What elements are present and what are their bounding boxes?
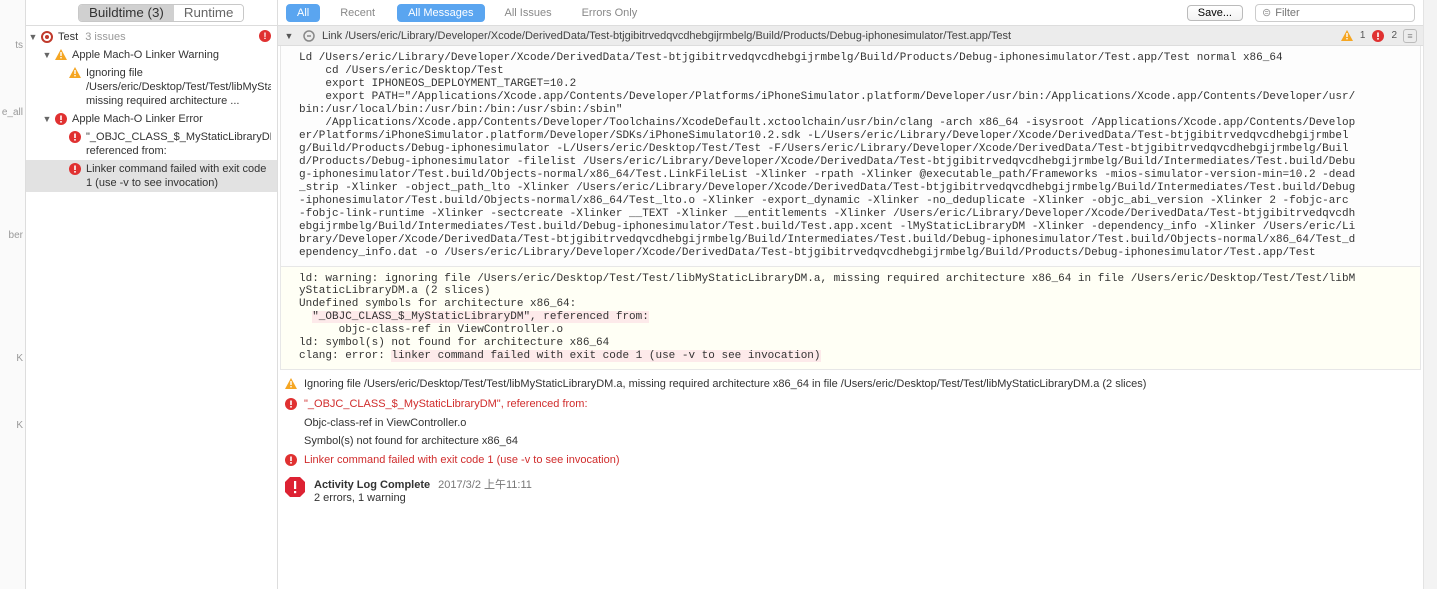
summary-row[interactable]: Symbol(s) not found for architecture x86…	[284, 432, 1417, 450]
error-icon	[284, 397, 298, 411]
scrollbar[interactable]	[1423, 0, 1437, 589]
summary-text: Ignoring file /Users/eric/Desktop/Test/T…	[304, 378, 1417, 390]
save-button[interactable]: Save...	[1187, 5, 1243, 21]
filter-errors-only[interactable]: Errors Only	[572, 4, 648, 22]
issue-tree[interactable]: Test 3 issues ! Apple Mach-O Linker Warn…	[26, 26, 277, 589]
chevron-down-icon[interactable]	[28, 30, 38, 44]
error-icon	[1371, 29, 1385, 43]
main-toolbar: All Recent All Messages All Issues Error…	[278, 0, 1423, 26]
filter-all[interactable]: All	[286, 4, 320, 22]
error-icon	[68, 130, 82, 144]
chevron-down-icon[interactable]	[42, 112, 52, 126]
summary-text: Symbol(s) not found for architecture x86…	[304, 435, 1417, 447]
filter-all-messages[interactable]: All Messages	[397, 4, 484, 22]
header-issue-counts: 1 2 ≡	[1340, 29, 1417, 43]
scope-filter-group: All Recent	[286, 4, 385, 22]
summary-text: Objc-class-ref in ViewController.o	[304, 417, 1417, 429]
summary-text: "_OBJC_CLASS_$_MyStaticLibraryDM", refer…	[304, 398, 1417, 410]
activity-log-complete-row: Activity Log Complete 2017/3/2 上午11:11 2 …	[284, 470, 1417, 510]
sidebar-toolbar: Buildtime (3) Runtime	[26, 0, 277, 26]
warn-count: 1	[1360, 30, 1366, 41]
tab-runtime[interactable]: Runtime	[174, 5, 244, 21]
tree-group-row[interactable]: Apple Mach-O Linker Warning	[26, 46, 277, 64]
filter-input[interactable]	[1275, 7, 1395, 19]
compiler-invocation-block: Ld /Users/eric/Library/Developer/Xcode/D…	[280, 46, 1421, 267]
warning-icon	[284, 377, 298, 391]
stop-icon	[284, 476, 306, 498]
error-icon	[68, 162, 82, 176]
log-header-title: Link /Users/eric/Library/Developer/Xcode…	[322, 30, 1334, 42]
summary-row[interactable]: Ignoring file /Users/eric/Desktop/Test/T…	[284, 374, 1417, 394]
linker-output-block: ld: warning: ignoring file /Users/eric/D…	[280, 267, 1421, 371]
complete-timestamp: 2017/3/2 上午11:11	[438, 479, 532, 491]
chevron-down-icon[interactable]	[284, 31, 294, 41]
main-pane: All Recent All Messages All Issues Error…	[278, 0, 1423, 589]
link-icon	[302, 29, 316, 43]
error-icon	[54, 112, 68, 126]
tree-group-label: Apple Mach-O Linker Warning	[72, 48, 271, 62]
filter-field[interactable]: ⊜	[1255, 4, 1415, 22]
issue-summary-list: Ignoring file /Users/eric/Desktop/Test/T…	[278, 370, 1423, 516]
activity-log-complete-text: Activity Log Complete 2017/3/2 上午11:11 2 …	[314, 476, 532, 504]
tree-group-label: Apple Mach-O Linker Error	[72, 112, 271, 126]
warning-icon	[54, 48, 68, 62]
log-content[interactable]: Ld /Users/eric/Library/Developer/Xcode/D…	[278, 46, 1423, 589]
tree-project-row[interactable]: Test 3 issues !	[26, 28, 277, 46]
tree-issue-text: Ignoring file /Users/eric/Desktop/Test/T…	[86, 66, 271, 108]
summary-row[interactable]: Objc-class-ref in ViewController.o	[284, 414, 1417, 432]
warning-icon	[1340, 29, 1354, 43]
complete-title: Activity Log Complete	[314, 479, 430, 491]
tree-issue-row[interactable]: Linker command failed with exit code 1 (…	[26, 160, 277, 192]
chevron-down-icon[interactable]	[42, 48, 52, 62]
filter-all-issues[interactable]: All Issues	[495, 4, 562, 22]
log-header-bar[interactable]: Link /Users/eric/Library/Developer/Xcode…	[278, 26, 1423, 46]
left-gutter: ts e_all ber K K	[0, 0, 26, 589]
target-icon	[40, 30, 54, 44]
summary-row[interactable]: Linker command failed with exit code 1 (…	[284, 450, 1417, 470]
tree-issue-text: "_OBJC_CLASS_$_MyStaticLibraryDM", refer…	[86, 130, 271, 158]
tree-issue-text: Linker command failed with exit code 1 (…	[86, 162, 271, 190]
summary-row[interactable]: "_OBJC_CLASS_$_MyStaticLibraryDM", refer…	[284, 394, 1417, 414]
tree-group-row[interactable]: Apple Mach-O Linker Error	[26, 110, 277, 128]
tree-issue-row[interactable]: "_OBJC_CLASS_$_MyStaticLibraryDM", refer…	[26, 128, 277, 160]
warning-icon	[68, 66, 82, 80]
issue-navigator-sidebar: Buildtime (3) Runtime Test 3 issues ! Ap…	[26, 0, 278, 589]
scope-segmented-control: Buildtime (3) Runtime	[78, 4, 244, 22]
error-badge: !	[259, 30, 271, 42]
tree-issue-row[interactable]: Ignoring file /Users/eric/Desktop/Test/T…	[26, 64, 277, 110]
summary-text: Linker command failed with exit code 1 (…	[304, 454, 1417, 466]
expand-transcript-button[interactable]: ≡	[1403, 29, 1417, 43]
tab-buildtime[interactable]: Buildtime (3)	[79, 5, 174, 21]
error-icon	[284, 453, 298, 467]
issue-count-label: 3 issues	[85, 31, 125, 43]
err-count: 2	[1391, 30, 1397, 41]
message-filter-group: All Messages All Issues Errors Only	[397, 4, 647, 22]
filter-icon: ⊜	[1262, 6, 1271, 19]
filter-recent[interactable]: Recent	[330, 4, 385, 22]
complete-summary: 2 errors, 1 warning	[314, 492, 532, 504]
tree-project-label: Test	[58, 31, 78, 43]
